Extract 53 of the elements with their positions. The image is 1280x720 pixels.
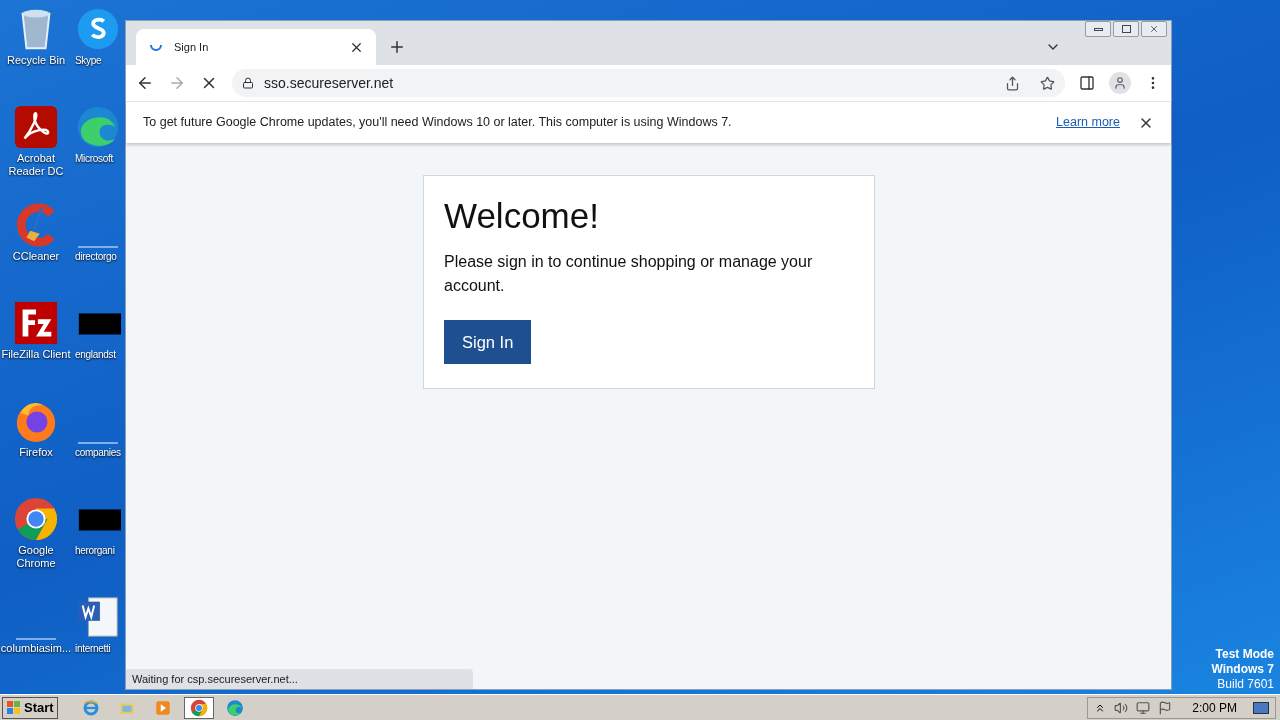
browser-tab[interactable]: Sign In [136,29,376,65]
close-icon [1149,24,1159,34]
back-icon[interactable] [136,74,154,92]
show-desktop-icon[interactable] [1253,701,1269,714]
test-mode-text: Build 7601 [1217,677,1274,692]
desktop-icon[interactable]: herorgani [72,496,125,594]
minimize-button[interactable] [1085,21,1111,37]
new-tab-icon[interactable] [388,38,406,56]
person-icon [1113,76,1127,90]
filezilla-icon [13,300,59,346]
desktop-icon[interactable]: Recycle Bin [0,6,72,104]
clock[interactable]: 2:00 PM [1192,698,1237,717]
desktop-icon[interactable]: Acrobat Reader DC [0,104,72,202]
internet-explorer-icon [81,698,100,717]
status-bubble: Waiting for csp.secureserver.net... [126,669,473,689]
desktop-icon[interactable]: Firefox [0,398,72,496]
star-icon[interactable] [1040,75,1055,91]
taskbar-app[interactable] [183,696,214,719]
desktop-icon[interactable]: columbiasim... [0,594,72,692]
address-bar[interactable]: sso.secureserver.net [232,69,1065,97]
skype-icon [75,6,121,52]
desktop-icon[interactable]: englandst [72,300,125,398]
desktop-icon[interactable]: internetti [72,594,125,692]
acrobat-icon [13,104,59,150]
welcome-heading: Welcome! [444,195,599,237]
desktop-icon[interactable]: companies [72,398,125,496]
profile-button[interactable] [1109,72,1131,94]
flag-icon[interactable] [1158,700,1173,715]
welcome-text: Please sign in to continue shopping or manage your account. [444,252,814,296]
desktop-icon[interactable]: directorgo [72,202,125,300]
edge-icon [225,698,244,717]
edge-icon [75,104,121,150]
share-icon[interactable] [1005,75,1020,91]
chrome-icon [189,698,208,717]
lock-icon [242,77,254,89]
test-mode-text: Test Mode [1215,647,1274,662]
desktop-icon[interactable]: Google Chrome [0,496,72,594]
infobar-text: To get future Google Chrome updates, you'll need Windows 10 or later. This computer is using Windows 7. [143,114,733,132]
maximize-button[interactable] [1113,21,1139,37]
desktop-icon[interactable]: Microsoft [72,104,125,202]
test-mode-text: Windows 7 [1211,662,1274,677]
start-button[interactable]: Start [2,696,58,719]
chrome-icon [13,496,59,542]
media-player-icon [153,698,172,717]
windows-logo-icon [6,699,22,716]
volume-icon[interactable] [1114,700,1129,715]
sign-in-button[interactable]: Sign In [444,320,532,364]
side-panel-icon[interactable] [1079,75,1095,91]
desktop-icon[interactable]: Skype [72,6,125,104]
network-icon[interactable] [1136,700,1151,715]
desktop-icon[interactable]: CCleaner [0,202,72,300]
learn-more-link[interactable]: Learn more [1056,113,1120,132]
desktop-icon[interactable]: FileZilla Client [0,300,72,398]
